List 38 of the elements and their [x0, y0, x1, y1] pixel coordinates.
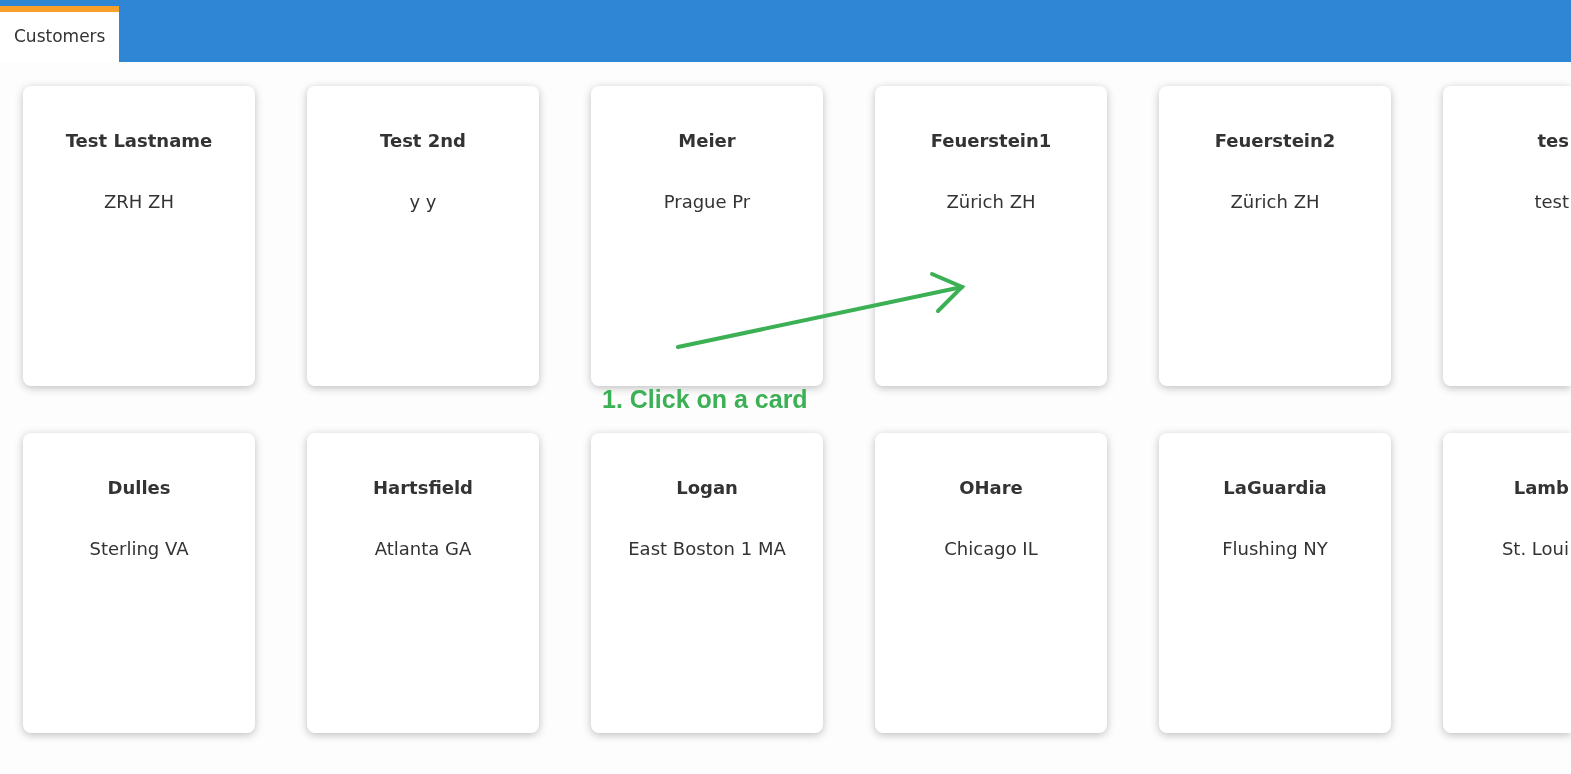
customer-address: Zürich ZH: [946, 190, 1036, 214]
customer-name: OHare: [959, 476, 1023, 500]
customer-address: Flushing NY: [1222, 537, 1328, 561]
customer-address: Prague Pr: [663, 190, 751, 214]
customer-address: Atlanta GA: [374, 537, 472, 561]
customer-name: Logan: [676, 476, 738, 500]
customer-card[interactable]: Logan East Boston 1 MA: [591, 433, 823, 733]
customer-card[interactable]: Test Lastname ZRH ZH: [23, 86, 255, 386]
customer-card[interactable]: Test 2nd y y: [307, 86, 539, 386]
customer-address: Chicago IL: [944, 537, 1038, 561]
customer-name: Test Lastname: [65, 129, 213, 153]
customer-name: Dulles: [107, 476, 171, 500]
customer-name: Meier: [678, 129, 736, 153]
customer-card[interactable]: Feuerstein2 Zürich ZH: [1159, 86, 1391, 386]
customer-card[interactable]: LaGuardia Flushing NY: [1159, 433, 1391, 733]
customer-card[interactable]: Lamb St. Loui: [1443, 433, 1571, 733]
customer-name: Test 2nd: [380, 129, 466, 153]
customer-name: Feuerstein1: [930, 129, 1052, 153]
customer-card[interactable]: tes test: [1443, 86, 1571, 386]
customer-card[interactable]: Feuerstein1 Zürich ZH: [875, 86, 1107, 386]
customer-address: St. Loui: [1501, 537, 1569, 561]
customer-card[interactable]: Meier Prague Pr: [591, 86, 823, 386]
customer-address: Sterling VA: [89, 537, 189, 561]
customer-name: Hartsfield: [373, 476, 473, 500]
customer-address: Zürich ZH: [1230, 190, 1320, 214]
customer-name: Feuerstein2: [1214, 129, 1336, 153]
annotation-text: 1. Click on a card: [602, 387, 808, 412]
customer-address: East Boston 1 MA: [628, 537, 786, 561]
customer-name: tes: [1537, 129, 1569, 153]
customer-card[interactable]: Dulles Sterling VA: [23, 433, 255, 733]
customer-address: ZRH ZH: [104, 190, 174, 214]
customer-card[interactable]: OHare Chicago IL: [875, 433, 1107, 733]
tab[interactable]: Customers: [0, 6, 120, 62]
customer-name: LaGuardia: [1223, 476, 1327, 500]
customer-card[interactable]: Hartsfield Atlanta GA: [307, 433, 539, 733]
customer-name: Lamb: [1513, 476, 1569, 500]
customer-address: y y: [409, 190, 437, 214]
customer-address: test: [1534, 190, 1569, 214]
